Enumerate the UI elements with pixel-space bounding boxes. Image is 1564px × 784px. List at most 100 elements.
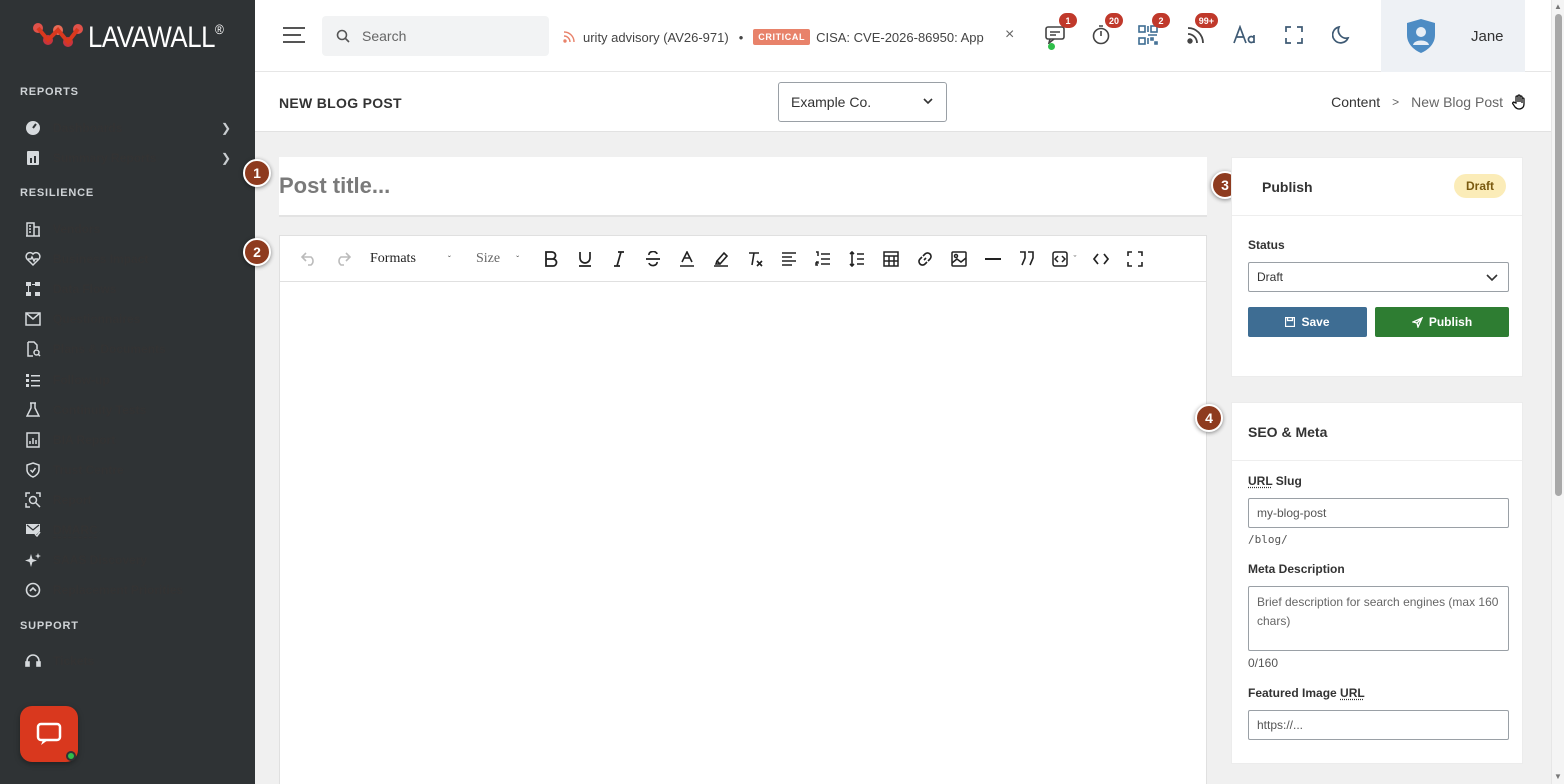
editor-fullscreen-button[interactable] bbox=[1118, 244, 1152, 274]
messages-button[interactable]: 1 bbox=[1042, 22, 1068, 48]
url-slug-label: URL Slug bbox=[1248, 474, 1302, 488]
formats-dropdown[interactable]: Formats ˇ bbox=[370, 251, 466, 267]
meta-description-textarea[interactable]: Brief description for search engines (ma… bbox=[1248, 586, 1509, 651]
rich-text-editor[interactable]: Formats ˇ Size ˇ ˇ bbox=[279, 235, 1207, 784]
undo-button[interactable] bbox=[292, 244, 326, 274]
hamburger-menu-icon[interactable] bbox=[283, 26, 305, 44]
sidebar-item-data-flows[interactable]: Data Flows bbox=[24, 276, 239, 302]
line-height-button[interactable] bbox=[840, 244, 874, 274]
code-icon bbox=[1093, 253, 1109, 265]
hand-cursor-icon bbox=[1511, 94, 1527, 110]
text-color-icon bbox=[679, 251, 695, 267]
step-marker-2: 2 bbox=[243, 238, 271, 266]
chevron-down-icon bbox=[922, 95, 934, 107]
fullscreen-button[interactable] bbox=[1281, 22, 1307, 48]
scrollbar-thumb[interactable] bbox=[1555, 14, 1562, 496]
blockquote-button[interactable] bbox=[1010, 244, 1044, 274]
breadcrumb-content[interactable]: Content bbox=[1331, 94, 1380, 110]
top-bar: Search urity advisory (AV26-971) • CRITI… bbox=[255, 0, 1551, 72]
sidebar-item-follow-up[interactable]: Follow-up bbox=[24, 367, 239, 393]
highlighter-icon bbox=[713, 251, 729, 267]
underline-button[interactable] bbox=[568, 244, 602, 274]
redo-button[interactable] bbox=[326, 244, 360, 274]
news-ticker[interactable]: urity advisory (AV26-971) • CRITICAL CIS… bbox=[563, 26, 1023, 48]
editor-toolbar: Formats ˇ Size ˇ ˇ bbox=[280, 236, 1206, 282]
horizontal-rule-button[interactable] bbox=[976, 244, 1010, 274]
italic-button[interactable] bbox=[602, 244, 636, 274]
sidebar: LAVAWALL® REPORTS Dashboards ❯ Summary R… bbox=[0, 0, 255, 784]
sidebar-item-vendors[interactable]: Vendors bbox=[24, 216, 239, 242]
logo-mark-icon bbox=[32, 20, 88, 56]
document-search-icon bbox=[24, 340, 42, 358]
clear-formatting-button[interactable] bbox=[738, 244, 772, 274]
embed-button[interactable]: ˇ bbox=[1044, 244, 1084, 274]
dark-mode-button[interactable] bbox=[1329, 22, 1355, 48]
sidebar-item-bia-report[interactable]: BIA Report bbox=[24, 427, 239, 453]
text-color-button[interactable] bbox=[670, 244, 704, 274]
caret-down-icon: ˇ bbox=[448, 254, 451, 264]
source-code-button[interactable] bbox=[1084, 244, 1118, 274]
align-button[interactable] bbox=[772, 244, 806, 274]
scroll-down-icon[interactable]: ▼ bbox=[1554, 772, 1562, 781]
link-button[interactable] bbox=[908, 244, 942, 274]
brand-logo[interactable]: LAVAWALL® bbox=[32, 18, 246, 58]
text-size-icon bbox=[1233, 25, 1257, 45]
link-icon bbox=[917, 251, 933, 267]
sidebar-item-saas-discovery[interactable]: SAAS Discovery bbox=[24, 547, 239, 573]
sidebar-item-report[interactable]: Report bbox=[24, 487, 239, 513]
url-slug-input[interactable]: my-blog-post bbox=[1248, 498, 1509, 528]
bold-button[interactable] bbox=[534, 244, 568, 274]
image-button[interactable] bbox=[942, 244, 976, 274]
page-scrollbar[interactable]: ▲ ▼ bbox=[1551, 0, 1564, 784]
highlight-button[interactable] bbox=[704, 244, 738, 274]
save-button[interactable]: Save bbox=[1248, 307, 1367, 337]
numbered-list-button[interactable] bbox=[806, 244, 840, 274]
sidebar-item-questionnaires[interactable]: Questionnaires bbox=[24, 306, 239, 332]
italic-icon bbox=[613, 251, 625, 267]
sidebar-item-trust-centre[interactable]: Trust Centre bbox=[24, 457, 239, 483]
line-height-icon bbox=[849, 251, 865, 267]
table-icon bbox=[883, 251, 899, 267]
feeds-button[interactable]: 99+ bbox=[1183, 22, 1209, 48]
font-size-button[interactable] bbox=[1232, 22, 1258, 48]
featured-image-url-input[interactable]: https://... bbox=[1248, 710, 1509, 740]
bold-icon bbox=[544, 251, 558, 267]
sidebar-item-business-impact[interactable]: Business Impact bbox=[24, 246, 239, 272]
table-button[interactable] bbox=[874, 244, 908, 274]
ticker-close-icon[interactable]: × bbox=[1005, 26, 1014, 44]
sidebar-item-plans-documents[interactable]: Plans & Documents bbox=[24, 336, 239, 362]
user-menu[interactable]: Jane bbox=[1381, 0, 1525, 72]
seo-panel-title: SEO & Meta bbox=[1248, 424, 1327, 440]
underline-icon bbox=[578, 251, 592, 267]
publish-panel: Publish Draft Status Draft Save Publish bbox=[1231, 157, 1523, 377]
sidebar-item-dashboards[interactable]: Dashboards ❯ bbox=[24, 115, 239, 141]
sparkles-icon bbox=[24, 551, 42, 569]
sidebar-item-replacement-priorities[interactable]: Replacement Priorities bbox=[24, 577, 239, 603]
status-select[interactable]: Draft bbox=[1248, 262, 1509, 292]
publish-button[interactable]: Publish bbox=[1375, 307, 1509, 337]
publish-panel-header: Publish Draft bbox=[1232, 158, 1522, 216]
meta-char-count: 0/160 bbox=[1248, 656, 1278, 670]
gauge-icon bbox=[24, 119, 42, 137]
sidebar-item-summary-reports[interactable]: Summary Reports ❯ bbox=[24, 145, 239, 171]
post-title-field[interactable] bbox=[279, 157, 1207, 217]
seo-panel: SEO & Meta URL Slug my-blog-post /blog/ … bbox=[1231, 402, 1523, 764]
strikethrough-button[interactable] bbox=[636, 244, 670, 274]
search-input[interactable]: Search bbox=[322, 16, 549, 56]
chart-file-icon bbox=[24, 431, 42, 449]
scroll-up-icon[interactable]: ▲ bbox=[1554, 2, 1562, 11]
post-title-input[interactable] bbox=[279, 157, 1207, 215]
sidebar-item-continuity-tests[interactable]: Continuity Tests bbox=[24, 397, 239, 423]
qr-button[interactable]: 2 bbox=[1135, 22, 1161, 48]
timer-icon bbox=[1091, 25, 1111, 45]
caret-down-icon: ˇ bbox=[1074, 254, 1077, 264]
organization-select[interactable]: Example Co. bbox=[778, 82, 947, 122]
sidebar-item-tickets[interactable]: Tickets bbox=[24, 648, 239, 674]
expand-icon bbox=[1127, 251, 1143, 267]
size-dropdown[interactable]: Size ˇ bbox=[476, 251, 534, 267]
sidebar-item-dmarc[interactable]: DMARC bbox=[24, 517, 239, 543]
slug-prefix-hint: /blog/ bbox=[1248, 533, 1288, 546]
timer-button[interactable]: 20 bbox=[1088, 22, 1114, 48]
clear-format-icon bbox=[747, 251, 763, 267]
headset-icon bbox=[24, 652, 42, 670]
